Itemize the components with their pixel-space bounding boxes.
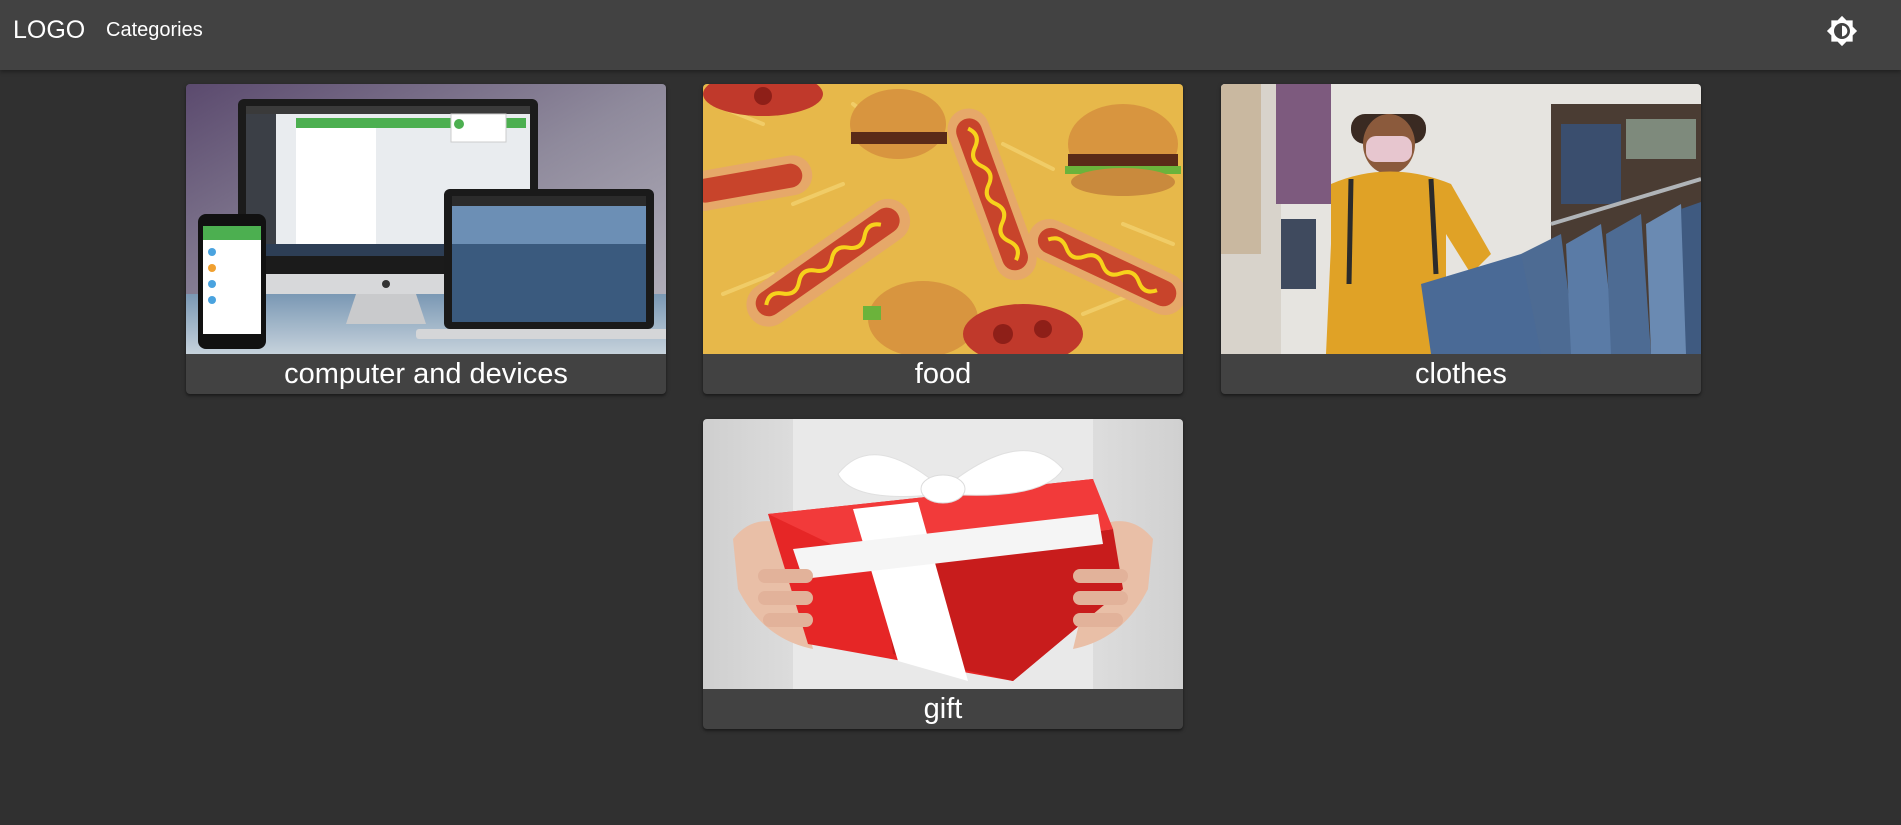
category-card-gift[interactable]: gift xyxy=(703,419,1183,729)
nav-categories-link[interactable]: Categories xyxy=(106,19,203,41)
gift-image xyxy=(703,419,1183,689)
theme-toggle-button[interactable] xyxy=(1826,15,1858,47)
app-bar: LOGO Categories xyxy=(0,0,1901,70)
brightness-icon xyxy=(1826,15,1858,47)
computer-and-devices-image xyxy=(186,84,666,354)
category-title: food xyxy=(914,358,972,390)
category-title: clothes xyxy=(1415,358,1507,390)
category-title: computer and devices xyxy=(284,358,568,390)
category-card-computer-and-devices[interactable]: computer and devices xyxy=(186,84,666,394)
food-image xyxy=(703,84,1183,354)
clothes-image xyxy=(1221,84,1701,354)
logo[interactable]: LOGO xyxy=(13,15,85,45)
category-card-food[interactable]: food xyxy=(703,84,1183,394)
category-card-clothes[interactable]: clothes xyxy=(1221,84,1701,394)
category-title: gift xyxy=(923,693,963,725)
